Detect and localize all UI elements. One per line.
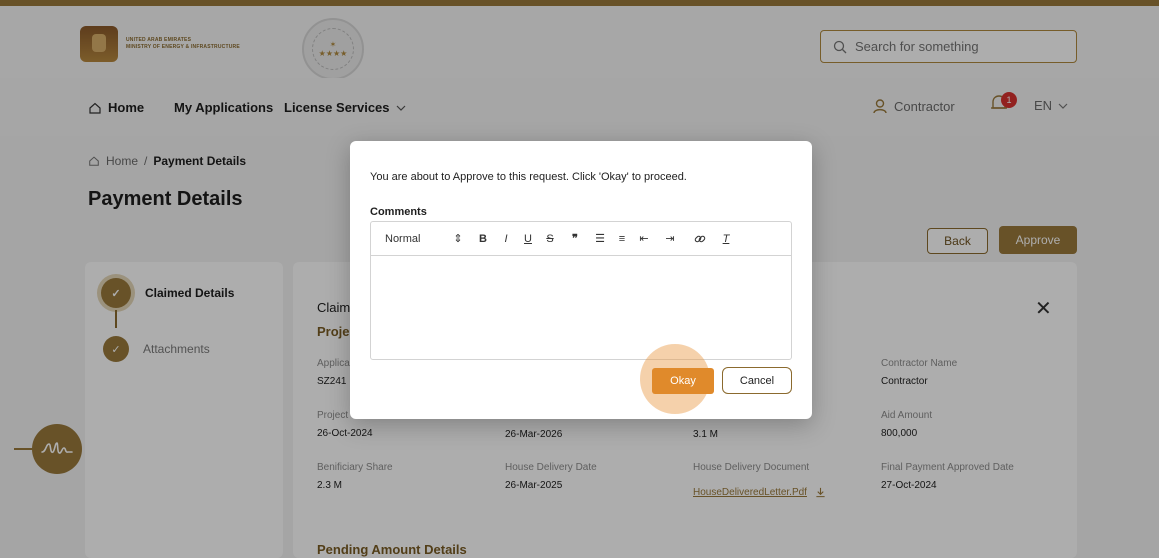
comments-editor: Normal ⇕ B I U S ❞ ☰ ≡ ⇤ ⇥ T bbox=[370, 221, 792, 360]
indent-decrease-icon[interactable]: ⇤ bbox=[633, 229, 655, 249]
editor-toolbar: Normal ⇕ B I U S ❞ ☰ ≡ ⇤ ⇥ T bbox=[371, 222, 791, 256]
bold-icon[interactable]: B bbox=[471, 229, 495, 249]
link-icon[interactable] bbox=[685, 229, 715, 249]
format-select-arrows-icon[interactable]: ⇕ bbox=[445, 229, 471, 249]
indent-increase-icon[interactable]: ⇥ bbox=[655, 229, 685, 249]
format-select[interactable]: Normal bbox=[385, 229, 425, 249]
cancel-button[interactable]: Cancel bbox=[722, 367, 792, 394]
dialog-message: You are about to Approve to this request… bbox=[370, 171, 687, 183]
blockquote-icon[interactable]: ❞ bbox=[561, 229, 589, 249]
italic-icon[interactable]: I bbox=[495, 229, 517, 249]
comments-label: Comments bbox=[370, 206, 427, 218]
bullet-list-icon[interactable]: ≡ bbox=[611, 229, 633, 249]
clear-format-icon[interactable]: T bbox=[715, 229, 737, 249]
comments-textarea[interactable] bbox=[371, 256, 791, 359]
okay-button[interactable]: Okay bbox=[652, 368, 714, 394]
underline-icon[interactable]: U bbox=[517, 229, 539, 249]
strike-icon[interactable]: S bbox=[539, 229, 561, 249]
ordered-list-icon[interactable]: ☰ bbox=[589, 229, 611, 249]
